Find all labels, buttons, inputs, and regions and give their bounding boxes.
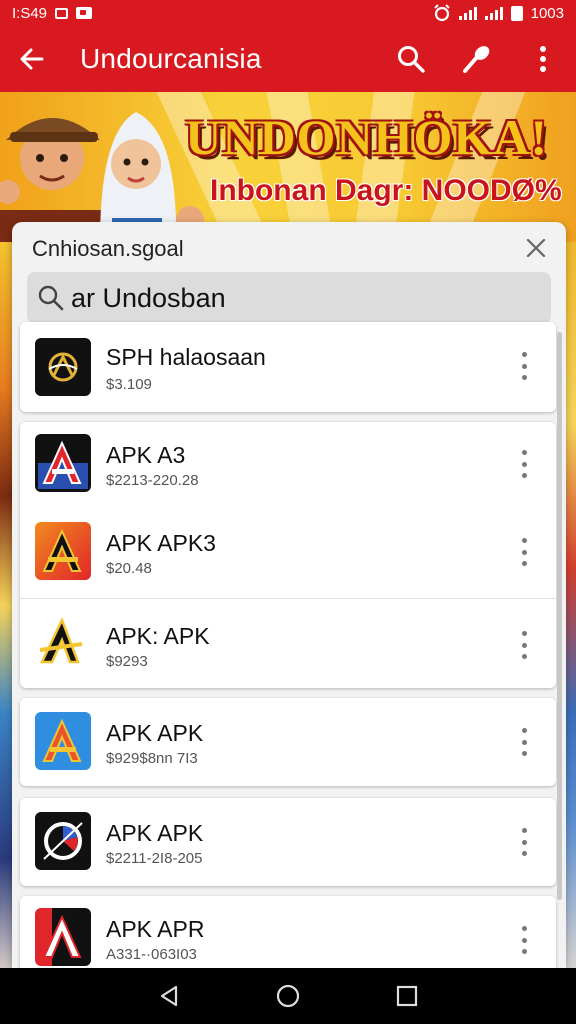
more-options-button[interactable] [510, 26, 576, 92]
item-menu-button[interactable] [514, 922, 534, 958]
app-price: $20.48 [106, 560, 152, 577]
app-card: APK APK $2211-2I8-205 [20, 798, 556, 886]
app-icon [35, 613, 91, 671]
app-card: SPH halaosaan $3.109 [20, 322, 556, 412]
item-menu-button[interactable] [514, 627, 534, 663]
list-item[interactable]: SPH halaosaan $3.109 [20, 324, 556, 412]
nav-recents-icon [396, 985, 417, 1007]
app-name: APK A3 [106, 442, 186, 468]
system-nav-bar [0, 968, 576, 1024]
list-item[interactable]: APK APK $2211-2I8-205 [20, 798, 556, 886]
nav-recents-button[interactable] [387, 976, 427, 1016]
promo-banner[interactable]: UNDONHÖKA! Inbonan Dagr: NOODØ% [0, 92, 576, 242]
nav-home-button[interactable] [268, 976, 308, 1016]
status-bar: I:S49 1003 [0, 0, 576, 26]
app-icon [35, 712, 91, 770]
app-card: APK APR A331-·063I03 [20, 896, 556, 968]
item-menu-button[interactable] [514, 534, 534, 570]
item-menu-button[interactable] [514, 348, 534, 384]
nav-back-button[interactable] [149, 976, 189, 1016]
list-item[interactable]: APK APK3 $20.48 [20, 510, 556, 598]
list-scrollbar[interactable] [557, 332, 562, 900]
app-card: APK A3 $2213-220.28 APK APK3 $20.48 APK:… [20, 422, 556, 688]
app-icon [35, 908, 91, 966]
signal-icon [458, 6, 477, 20]
search-input[interactable]: ar Undosban [27, 272, 551, 324]
search-icon [38, 285, 64, 311]
dialog-title: Cnhiosan.sgoal [32, 236, 184, 261]
app-price: $929$8nn 7I3 [106, 750, 198, 767]
item-menu-button[interactable] [514, 446, 534, 482]
list-item[interactable]: APK A3 $2213-220.28 [20, 422, 556, 510]
app-icon [35, 338, 91, 396]
brush-icon [463, 46, 490, 73]
banner-subline: Inbonan Dagr: NOODØ% [210, 174, 562, 207]
app-name: APK APK [106, 820, 204, 846]
status-time: I:S49 [12, 4, 48, 22]
app-card: APK APK $929$8nn 7I3 [20, 698, 556, 786]
nav-home-icon [276, 984, 300, 1008]
app-price: $2213-220.28 [106, 472, 199, 489]
app-price: $9293 [106, 653, 148, 670]
list-item[interactable]: APK APK $929$8nn 7I3 [20, 698, 556, 786]
nav-back-icon [161, 985, 178, 1007]
search-icon [398, 46, 425, 73]
app-icon [35, 812, 91, 870]
app-name: APK: APK [106, 623, 210, 649]
item-menu-button[interactable] [514, 824, 534, 860]
app-icon [35, 434, 91, 492]
signal-2-icon [484, 6, 503, 20]
app-price: $3.109 [106, 376, 152, 393]
notification-tag-icon [76, 7, 93, 19]
banner-headline: UNDONHÖKA! [185, 109, 548, 165]
notification-icon [55, 7, 69, 19]
list-item[interactable]: APK APR A331-·063I03 [20, 896, 556, 968]
list-item[interactable]: APK: APK $9293 [20, 598, 556, 686]
banner-characters-illustration [0, 112, 204, 242]
app-bar: Undourcanisia [0, 26, 576, 92]
app-name: APK APR [106, 916, 205, 942]
app-price: $2211-2I8-205 [106, 850, 203, 867]
battery-icon [510, 5, 523, 21]
dialog-header: Cnhiosan.sgoal [12, 222, 566, 272]
search-input-value: ar Undosban [71, 282, 226, 313]
app-name: APK APK3 [106, 530, 216, 556]
alarm-icon [433, 4, 450, 22]
close-icon [526, 238, 546, 258]
app-name: SPH halaosaan [106, 344, 266, 370]
battery-level: 1003 [530, 4, 564, 22]
more-vert-icon [540, 46, 546, 72]
close-button[interactable] [520, 232, 552, 264]
app-price: A331-·063I03 [106, 946, 197, 963]
app-name: APK APK [106, 720, 204, 746]
page-title: Undourcanisia [80, 43, 262, 74]
search-dialog: Cnhiosan.sgoal ar Undosban SPH halaosaan… [12, 222, 566, 968]
brush-button[interactable] [444, 26, 510, 92]
app-icon [35, 522, 91, 580]
arrow-back-icon [20, 48, 44, 70]
search-button[interactable] [378, 26, 444, 92]
item-menu-button[interactable] [514, 724, 534, 760]
back-button[interactable] [0, 26, 64, 92]
